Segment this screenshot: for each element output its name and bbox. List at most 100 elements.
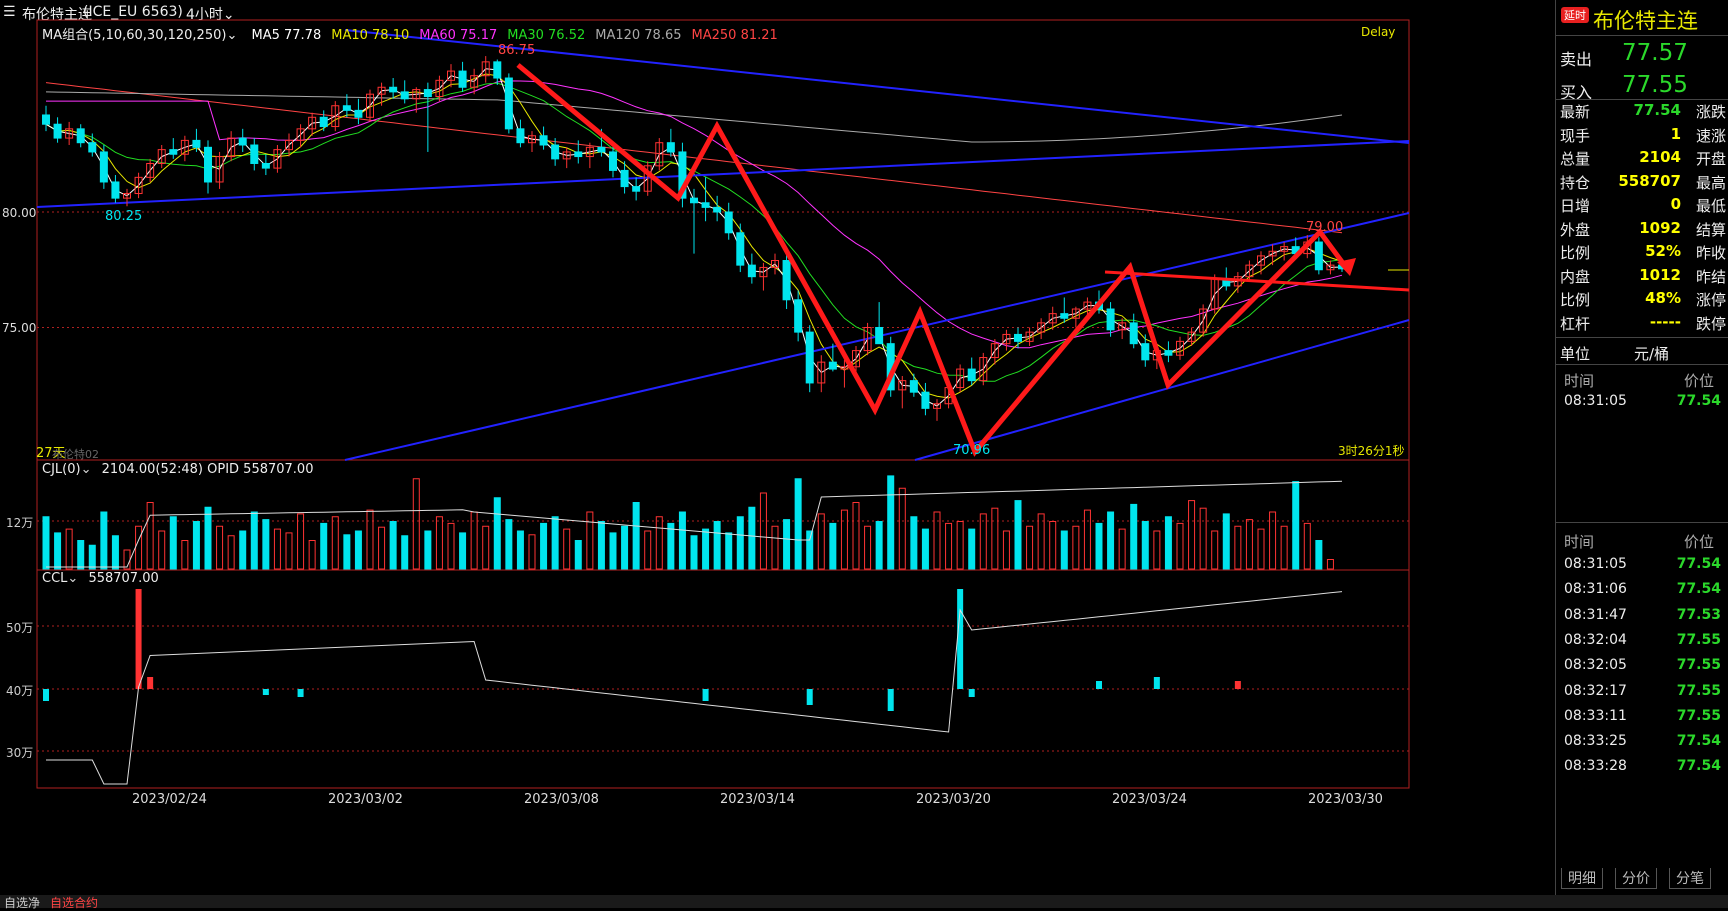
tick-price: 77.54 [1676,393,1721,409]
volume-bar [493,497,501,570]
ma-legend[interactable]: MA组合(5,10,60,30,120,250)⌄ MA5 77.78 MA10 … [42,24,778,43]
volume-bar [65,528,73,570]
volume-bar [736,516,744,570]
quote-row-label-2: 昨结 [1696,267,1727,286]
volume-bar [1315,540,1323,570]
chevron-down-icon[interactable]: ⌄ [226,28,237,43]
bottom-left-label[interactable]: 自选净 [4,894,40,911]
quote-row-label: 最新 [1560,103,1591,121]
ma-legend-item: MA10 78.10 [331,28,410,43]
oi-bar [806,689,813,705]
volume-bar [1303,522,1311,570]
volume-bar [516,530,524,570]
volume-bar [1176,522,1184,570]
ma-group-label[interactable]: MA组合(5,10,60,30,120,250) [42,28,226,43]
tick-row[interactable]: 08:32:17 77.55 [1556,683,1728,710]
volume-bar [817,513,825,570]
oi-bar [957,589,964,689]
chevron-down-icon[interactable]: ⌄ [81,462,92,477]
oi-axis-label: 30万 [6,746,34,760]
candle-body [458,70,467,88]
ma-legend-item: MA120 78.65 [595,28,682,43]
quote-row-label-2: 昨收 [1696,244,1727,262]
volume-bar [806,530,814,570]
quote-row-label-2: 跌停 [1696,314,1727,333]
volume-bar [864,525,872,570]
volume-bar [678,511,686,570]
tick-header-price: 价位 [1684,533,1715,551]
tick-row[interactable]: 08:31:47 77.53 [1556,607,1728,634]
volume-bar [135,525,143,570]
oi-bar [262,689,269,695]
volume-bar [1002,530,1010,570]
volume-bar [239,530,247,570]
tab-2[interactable]: 分笔 [1669,868,1711,889]
tick-row[interactable]: 08:33:28 77.54 [1556,758,1728,785]
volume-bar [690,535,698,570]
volume-bar [1060,530,1068,570]
volume-panel-title[interactable]: CJL(0)⌄ 2104.00(52:48) OPID 558707.00 [42,462,313,477]
candle-body [169,149,178,155]
tick-row[interactable]: 08:33:25 77.54 [1556,733,1728,760]
ma120-line [45,91,1343,143]
candle-body [504,77,513,130]
quote-row-label-2: 最高 [1696,173,1727,192]
candle-body [1164,350,1173,356]
volume-bar [921,528,929,570]
date-axis-label: 2023/03/08 [524,792,599,807]
volume-values: 2104.00(52:48) OPID 558707.00 [101,462,314,477]
candle-body [261,162,270,169]
tick-time: 08:32:17 [1564,682,1627,699]
volume-bar [1026,525,1034,570]
volume-bar [702,528,710,570]
tick-time: 08:33:28 [1564,758,1627,775]
volume-bar [1292,481,1300,570]
volume-bar [644,530,652,570]
quote-row-value: 0 [1670,195,1681,213]
tab-0[interactable]: 明细 [1561,868,1603,889]
candle-body [111,181,120,199]
high-annotation: 86.75 [498,43,536,58]
oi-panel-title[interactable]: CCL⌄ 558707.00 [42,571,159,586]
volume-bar [459,532,467,570]
quote-row-label: 日增 [1560,197,1591,215]
quote-row-value: 48% [1645,289,1681,307]
buy-price: 77.55 [1622,72,1688,98]
volume-bar [852,502,860,570]
volume-bar [991,507,999,570]
volume-bar [794,478,802,570]
unit-label: 单位 [1560,345,1591,363]
tick-price: 77.54 [1676,758,1721,775]
tick-row[interactable]: 08:33:11 77.55 [1556,708,1728,735]
candle-body [400,91,409,100]
tick-row[interactable]: 08:31:05 77.54 [1556,556,1728,583]
watchlist-contract-tab[interactable]: 自选合约 [50,894,98,911]
tick-row[interactable]: 08:31:05 77.54 [1556,393,1728,420]
volume-bar [1141,521,1149,570]
delay-label: Delay [1361,25,1396,39]
tick-row[interactable]: 08:32:05 77.55 [1556,657,1728,684]
volume-axis-label: 12万 [6,516,34,530]
candle-body [192,139,201,148]
oi-bar [135,589,142,689]
tick-row[interactable]: 08:31:06 77.54 [1556,581,1728,608]
chevron-down-icon[interactable]: ⌄ [67,571,78,586]
candle-body [782,260,791,301]
tick-row[interactable]: 08:32:04 77.55 [1556,632,1728,659]
volume-bar [424,530,432,570]
volume-bar [829,522,837,570]
quote-row-value: 558707 [1618,171,1681,190]
tab-1[interactable]: 分价 [1615,868,1657,889]
volume-bar [597,521,605,570]
quote-row: 外盘 1092 结算 [1556,219,1728,243]
volume-bar [748,506,756,570]
kline-chart[interactable] [0,0,1412,895]
candle-body [1141,343,1150,361]
candle-body [389,86,398,93]
quote-row-label: 比例 [1560,244,1591,262]
tick-time: 08:32:04 [1564,631,1627,648]
resistance-line [1104,270,1410,292]
quote-row-label-2: 涨跌 [1696,103,1727,121]
volume-bar [216,525,224,570]
volume-bar [528,534,536,570]
